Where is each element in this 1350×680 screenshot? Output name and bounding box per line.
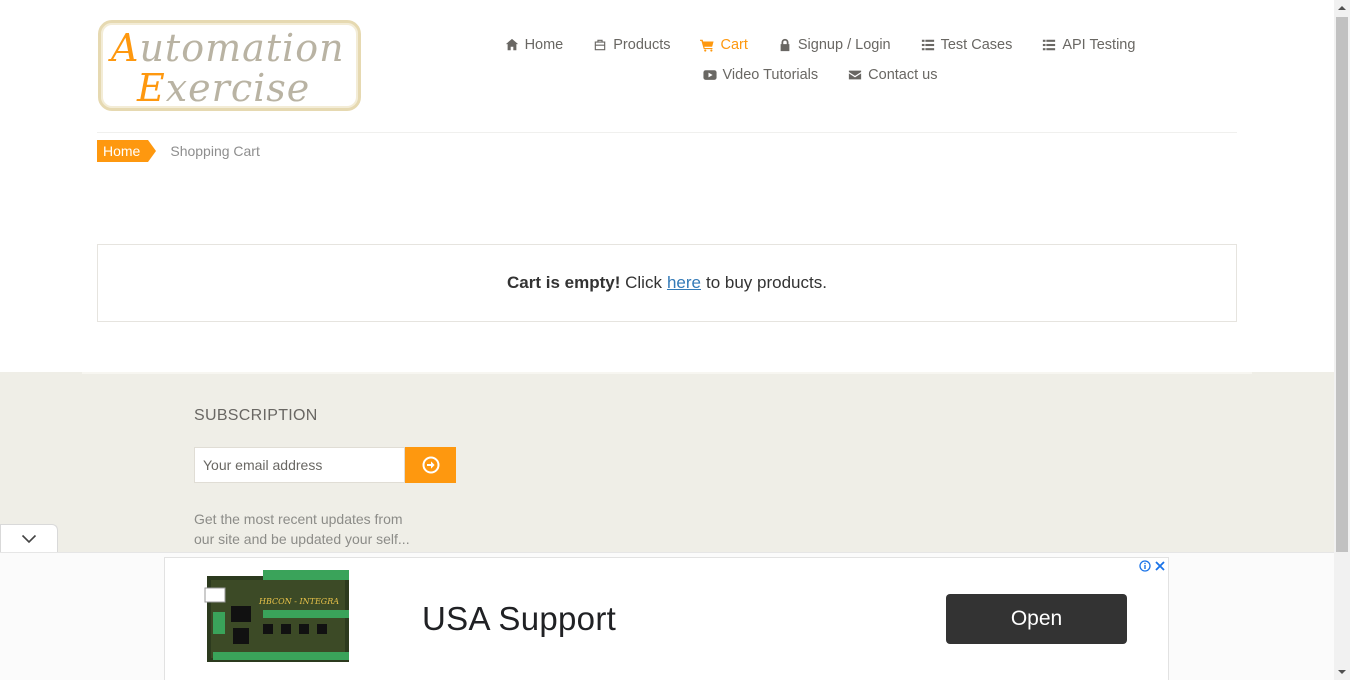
nav-api-testing-label: API Testing [1062, 37, 1136, 53]
arrow-circle-right-icon [422, 456, 439, 474]
list-icon [1043, 39, 1056, 51]
nav-home-label: Home [524, 37, 564, 53]
subscription-description: Get the most recent updates from our sit… [194, 511, 410, 547]
main-nav: Home Products Cart Signup / Login Test C… [490, 30, 1150, 90]
ad-open-button[interactable]: Open [946, 594, 1127, 644]
ad-close-icon[interactable] [1154, 559, 1166, 573]
breadcrumb-home[interactable]: Home [97, 140, 157, 162]
scrollbar-thumb[interactable] [1336, 17, 1348, 552]
chevron-down-icon [21, 534, 37, 543]
site-logo[interactable]: Automation Exercise [98, 20, 361, 111]
subscription-title: SUBSCRIPTION [194, 407, 318, 424]
subscription-email-input[interactable] [194, 447, 405, 483]
caret-up-icon [1338, 6, 1346, 10]
nav-products[interactable]: Products [593, 37, 670, 53]
nav-test-cases-label: Test Cases [940, 37, 1013, 53]
lock-icon [780, 38, 790, 52]
ad-info-icon[interactable] [1139, 560, 1151, 572]
ad-banner: HBCON - INTEGRA USA Support Open [0, 552, 1334, 680]
scroll-up-arrow[interactable] [1334, 0, 1350, 16]
scroll-down-arrow[interactable] [1334, 664, 1350, 680]
collapse-ad-tab[interactable] [0, 524, 58, 552]
footer-top-line [82, 372, 1252, 374]
header-divider [97, 132, 1237, 133]
ad-headline: USA Support [422, 600, 617, 637]
empty-cart-suffix: to buy products. [706, 273, 827, 292]
ad-card[interactable]: HBCON - INTEGRA USA Support Open [164, 557, 1169, 680]
ad-product-label: HBCON - INTEGRA [258, 597, 339, 606]
nav-video-tutorials-label: Video Tutorials [722, 67, 819, 83]
products-icon [595, 39, 606, 51]
home-icon [505, 38, 518, 51]
buy-products-link[interactable]: here [667, 273, 701, 293]
empty-cart-message: Cart is empty! Click here to buy product… [97, 244, 1237, 322]
envelope-icon [849, 70, 862, 80]
nav-video-tutorials[interactable]: Video Tutorials [702, 67, 819, 83]
empty-cart-click: Click [625, 273, 662, 292]
nav-api-testing[interactable]: API Testing [1042, 37, 1135, 53]
site-header: Automation Exercise Home Products Cart S… [0, 0, 1334, 133]
caret-down-icon [1338, 670, 1346, 674]
nav-cart-label: Cart [720, 37, 748, 53]
nav-products-label: Products [613, 37, 671, 53]
logo-line-2: Exercise [137, 66, 311, 110]
breadcrumb-current: Shopping Cart [170, 143, 260, 159]
subscribe-button[interactable] [405, 447, 456, 483]
list-icon [921, 39, 934, 51]
footer: SUBSCRIPTION Get the most recent updates… [0, 372, 1334, 552]
nav-signup-login-label: Signup / Login [797, 37, 891, 53]
nav-row-2: Video Tutorials Contact us [490, 60, 1150, 90]
empty-cart-title: Cart is empty! [507, 273, 621, 292]
nav-signup-login[interactable]: Signup / Login [778, 37, 891, 53]
youtube-icon [702, 70, 717, 80]
logo-line-1: Automation [111, 26, 345, 70]
nav-contact-us-label: Contact us [868, 67, 938, 83]
nav-cart[interactable]: Cart [700, 37, 748, 53]
subscription-form [194, 447, 456, 483]
nav-contact-us[interactable]: Contact us [848, 67, 937, 83]
breadcrumb: Home Shopping Cart [97, 140, 260, 162]
circuit-board-image: HBCON - INTEGRA [204, 570, 349, 662]
nav-test-cases[interactable]: Test Cases [921, 37, 1013, 53]
cart-icon [700, 39, 715, 52]
nav-row-1: Home Products Cart Signup / Login Test C… [490, 30, 1150, 60]
nav-home[interactable]: Home [505, 37, 564, 53]
